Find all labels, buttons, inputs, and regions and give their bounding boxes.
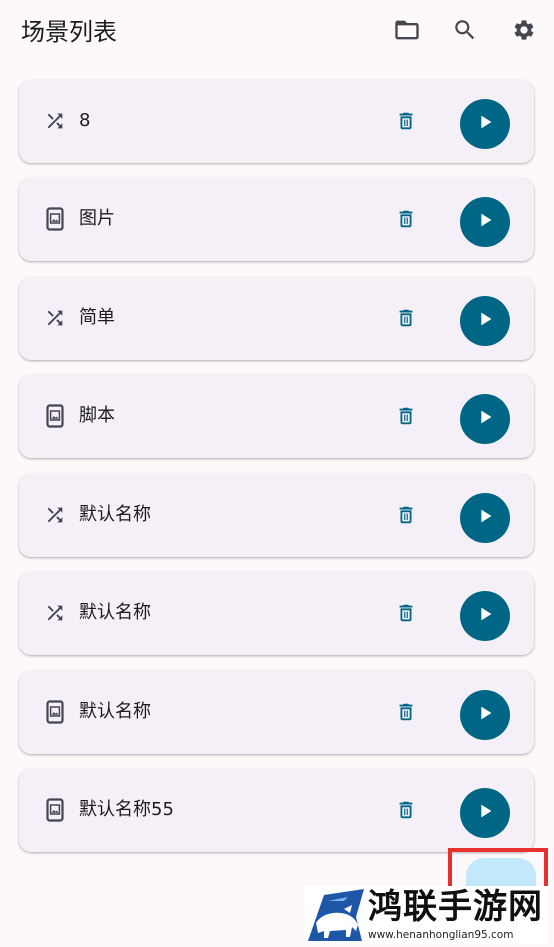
play-button[interactable] [460, 493, 510, 543]
play-button[interactable] [460, 99, 510, 149]
play-icon [474, 111, 496, 137]
shuffle-icon [43, 109, 67, 133]
play-icon [474, 406, 496, 432]
scene-card[interactable]: 8 [19, 80, 534, 163]
play-button[interactable] [460, 591, 510, 641]
search-icon [452, 17, 478, 47]
phone-image-icon [43, 700, 67, 724]
trash-icon [395, 307, 417, 333]
search-button[interactable] [447, 14, 483, 50]
trash-icon [395, 405, 417, 431]
play-icon [474, 603, 496, 629]
delete-button[interactable] [391, 600, 421, 630]
delete-button[interactable] [391, 206, 421, 236]
scene-name: 默认名称 [79, 504, 151, 525]
delete-button[interactable] [391, 108, 421, 138]
phone-image-icon [43, 207, 67, 231]
scene-name: 默认名称 [79, 602, 151, 623]
scene-name: 脚本 [79, 405, 115, 426]
settings-button[interactable] [506, 14, 542, 50]
watermark-url: www.henanhonglian95.com [368, 929, 514, 941]
play-button[interactable] [460, 296, 510, 346]
delete-button[interactable] [391, 403, 421, 433]
phone-image-icon [43, 798, 67, 822]
play-icon [474, 308, 496, 334]
folder-open-icon [393, 16, 421, 48]
shuffle-icon [43, 503, 67, 527]
scene-card[interactable]: 默认名称 [19, 671, 534, 754]
trash-icon [395, 110, 417, 136]
scene-name: 简单 [79, 307, 115, 328]
scene-card[interactable]: 脚本 [19, 375, 534, 458]
open-folder-button[interactable] [389, 14, 425, 50]
play-icon [474, 800, 496, 826]
scene-card[interactable]: 简单 [19, 277, 534, 360]
bull-logo-icon [306, 887, 366, 943]
scene-name: 默认名称55 [79, 799, 174, 820]
trash-icon [395, 602, 417, 628]
trash-icon [395, 208, 417, 234]
play-button[interactable] [460, 788, 510, 838]
scene-name: 默认名称 [79, 701, 151, 722]
play-button[interactable] [460, 394, 510, 444]
play-icon [474, 702, 496, 728]
trash-icon [395, 504, 417, 530]
phone-image-icon [43, 404, 67, 428]
delete-button[interactable] [391, 699, 421, 729]
page-title: 场景列表 [21, 18, 117, 46]
trash-icon [395, 799, 417, 825]
scene-name: 图片 [79, 208, 115, 229]
scene-name: 8 [79, 110, 91, 131]
watermark-text: 鸿联手游网 [368, 887, 543, 927]
scene-card[interactable]: 图片 [19, 178, 534, 261]
app-window: 场景列表 8 图片 简单 脚本 默认名称 默认名称 默认名称 默认名称55 鸿联… [0, 0, 554, 947]
delete-button[interactable] [391, 502, 421, 532]
watermark: 鸿联手游网 www.henanhonglian95.com [304, 886, 548, 944]
delete-button[interactable] [391, 797, 421, 827]
gear-icon [512, 18, 536, 46]
delete-button[interactable] [391, 305, 421, 335]
scene-card[interactable]: 默认名称55 [19, 769, 534, 852]
play-button[interactable] [460, 197, 510, 247]
scene-card[interactable]: 默认名称 [19, 572, 534, 655]
shuffle-icon [43, 306, 67, 330]
trash-icon [395, 701, 417, 727]
shuffle-icon [43, 601, 67, 625]
top-app-bar: 场景列表 [0, 0, 554, 64]
play-icon [474, 209, 496, 235]
play-button[interactable] [460, 690, 510, 740]
scene-card[interactable]: 默认名称 [19, 474, 534, 557]
play-icon [474, 505, 496, 531]
